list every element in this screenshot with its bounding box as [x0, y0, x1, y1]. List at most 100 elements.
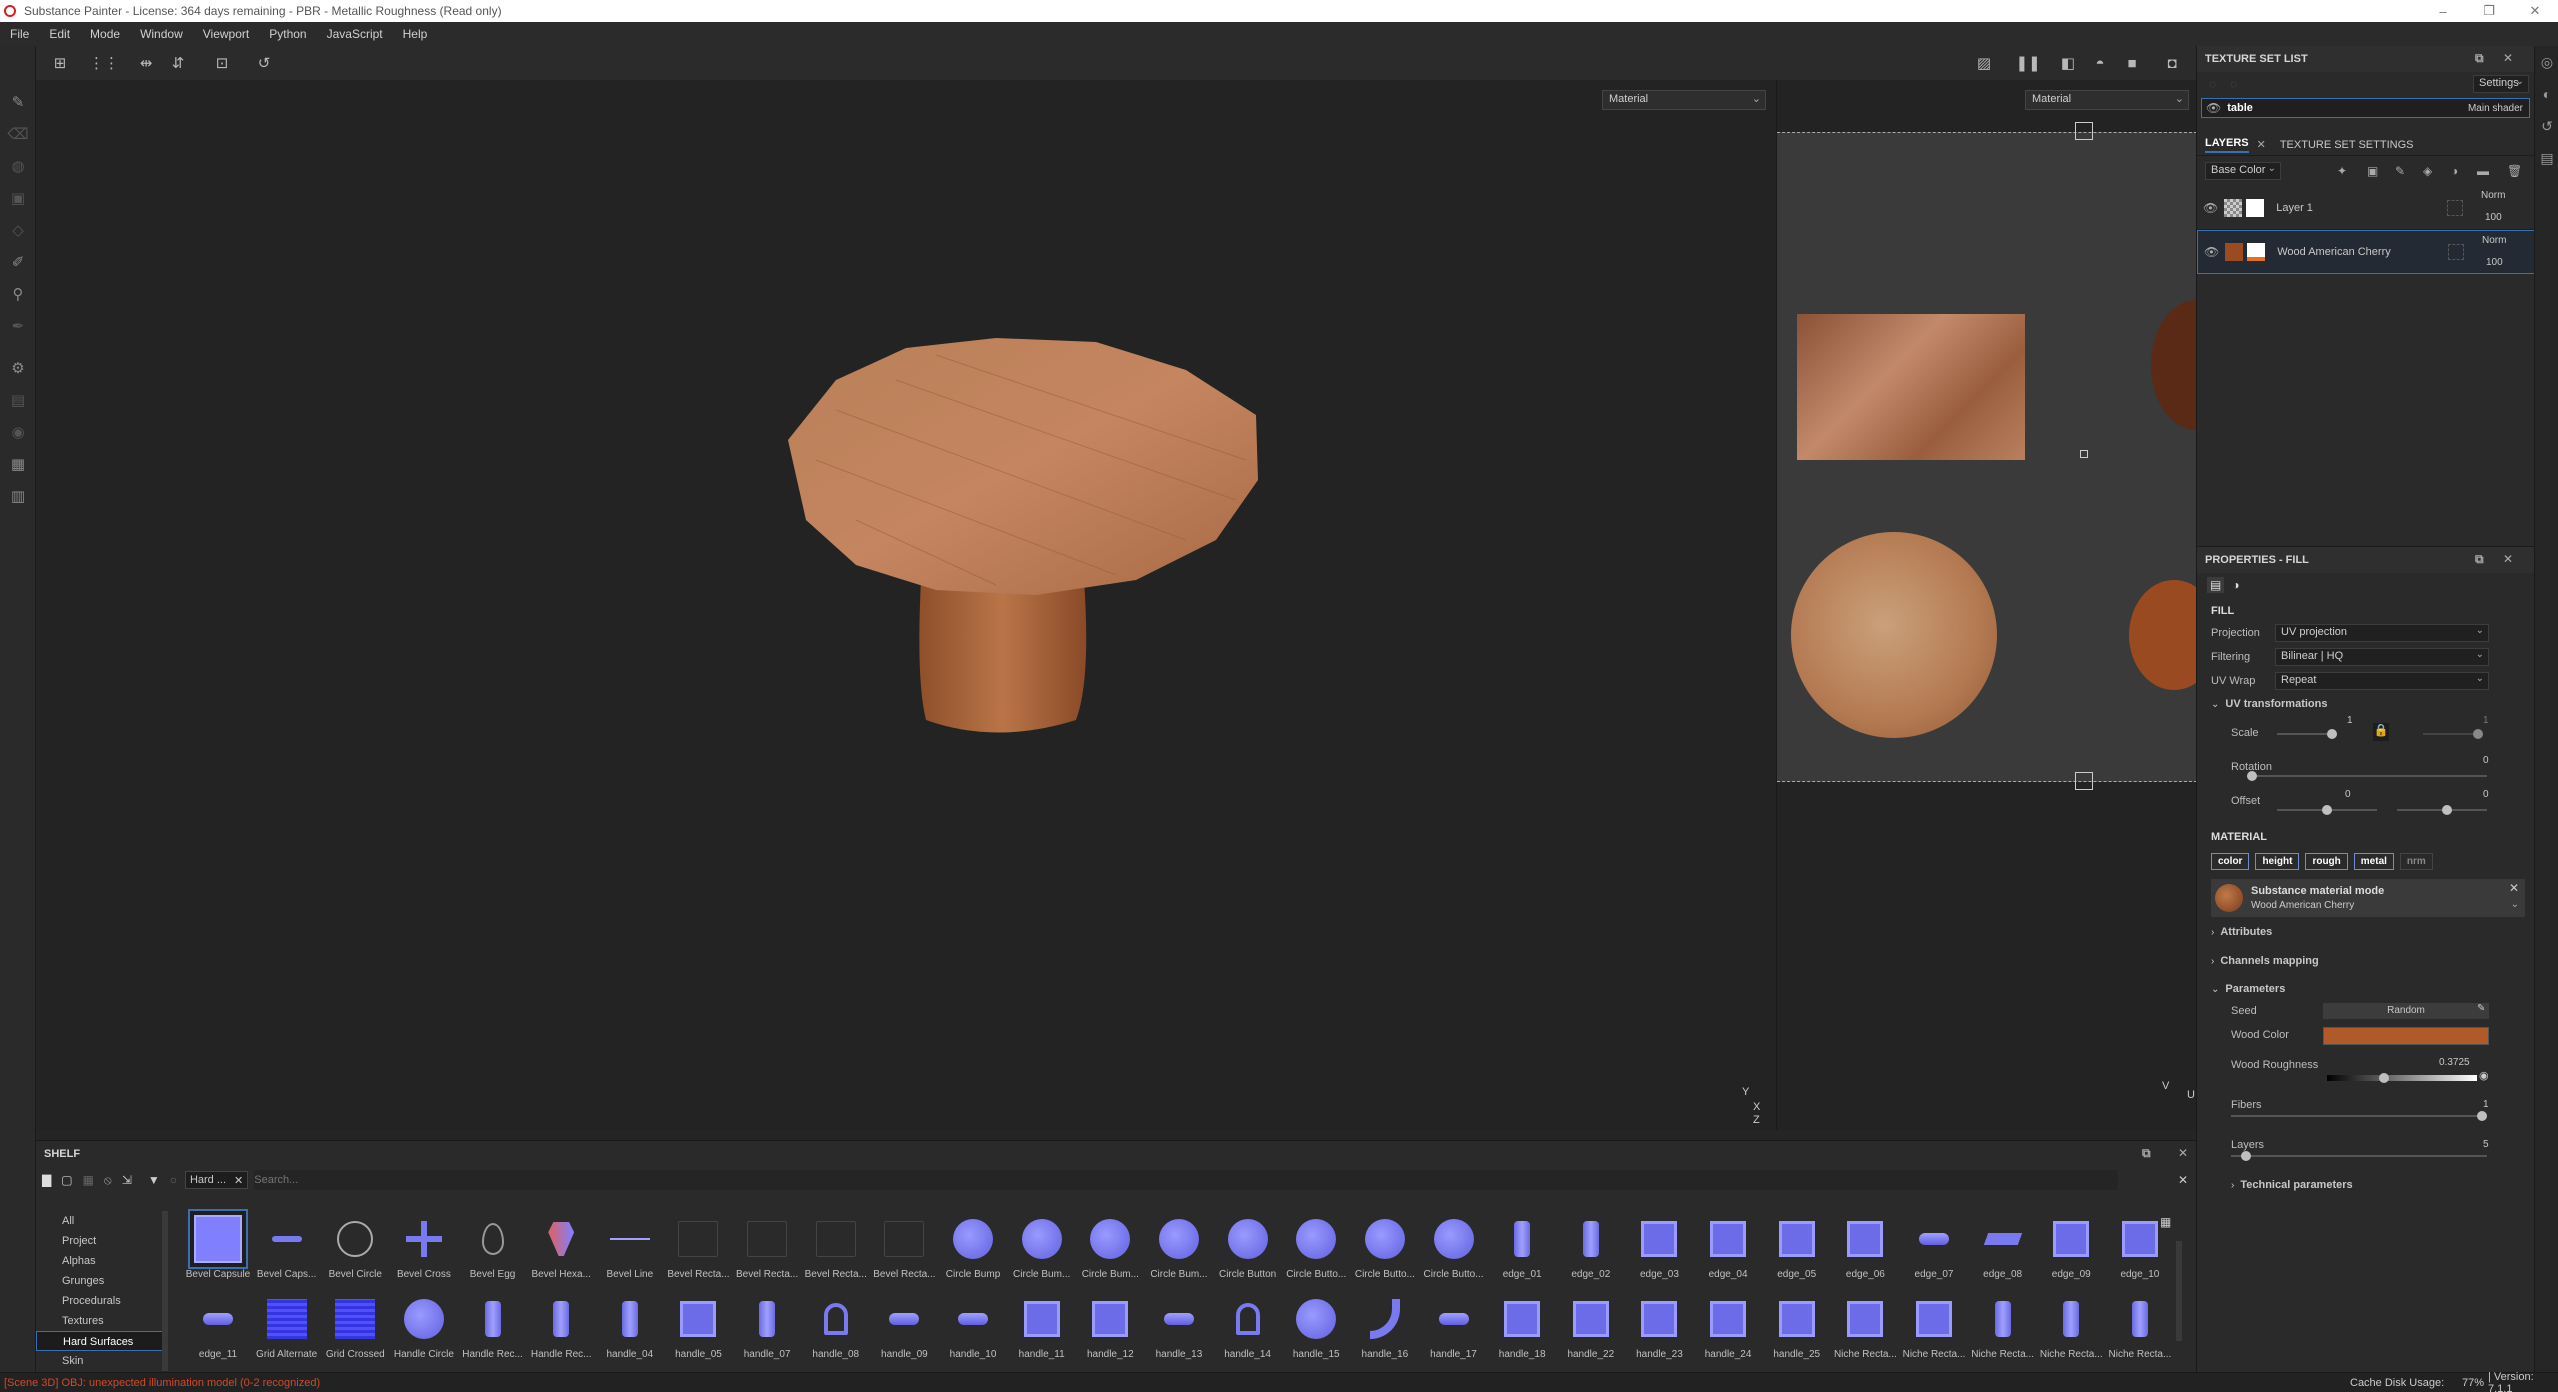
screenshot-icon[interactable]: ◘ — [2160, 52, 2184, 74]
menu-window[interactable]: Window — [130, 27, 193, 41]
uv-handle-top[interactable] — [2075, 122, 2093, 140]
shelf-resource[interactable]: Handle Circle — [390, 1291, 458, 1369]
visibility-eye-icon[interactable]: 👁 — [2204, 245, 2219, 259]
shelf-resource[interactable]: Circle Bum... — [1145, 1211, 1213, 1289]
clear-search-icon[interactable]: ✕ — [2178, 1173, 2188, 1187]
shelf-resource[interactable]: edge_03 — [1625, 1211, 1693, 1289]
close-window-button[interactable]: ✕ — [2512, 0, 2558, 22]
menu-viewport[interactable]: Viewport — [193, 27, 259, 41]
layers-param-slider[interactable] — [2231, 1151, 2487, 1161]
uv-transformations-toggle[interactable]: ⌄ UV transformations — [2197, 693, 2535, 715]
eye-icon[interactable]: ◎ — [2535, 46, 2558, 78]
shelf-resource[interactable]: Bevel Recta... — [802, 1211, 870, 1289]
new-folder-icon[interactable]: ▢ — [61, 1173, 72, 1187]
log-icon[interactable]: ▥ — [0, 480, 36, 512]
filter-icon[interactable]: ▼ — [148, 1173, 160, 1187]
close-panel-icon[interactable]: ✕ — [2178, 1146, 2188, 1160]
fill-tab-icon[interactable]: ▤ — [2207, 577, 2225, 593]
frame-icon[interactable]: ⊡ — [210, 52, 234, 74]
menu-edit[interactable]: Edit — [39, 27, 80, 41]
channel-metal-button[interactable]: metal — [2353, 852, 2394, 870]
layers-param-value[interactable]: 5 — [2483, 1139, 2489, 1150]
camera-icon[interactable]: ■ — [2120, 52, 2144, 74]
close-icon[interactable]: ✕ — [234, 1174, 243, 1187]
visibility-eye-icon[interactable]: 👁 — [2203, 201, 2218, 215]
category-procedurals[interactable]: Procedurals — [36, 1291, 166, 1311]
smudge-icon[interactable]: ✐ — [0, 246, 36, 278]
delete-layer-icon[interactable]: 🗑 — [2507, 164, 2522, 178]
menu-javascript[interactable]: JavaScript — [317, 27, 393, 41]
shelf-resource[interactable]: Circle Bum... — [1076, 1211, 1144, 1289]
hide-icon[interactable]: ▨ — [1972, 52, 1996, 74]
layer-opacity[interactable]: 100 — [2485, 212, 2502, 223]
layer-row[interactable]: 👁 Wood American Cherry Norm 100 — [2197, 230, 2535, 274]
menu-python[interactable]: Python — [259, 27, 316, 41]
tab-layers[interactable]: LAYERS — [2205, 137, 2249, 153]
shelf-resource[interactable]: Niche Recta... — [1969, 1291, 2037, 1369]
layer-row[interactable]: 👁 Layer 1 Norm 100 — [2197, 186, 2535, 230]
uvwrap-dropdown[interactable]: Repeat ⌄ — [2275, 672, 2489, 690]
shelf-resource[interactable]: Circle Bump — [939, 1211, 1007, 1289]
shelf-resource[interactable]: handle_11 — [1008, 1291, 1076, 1369]
offset-slider-2[interactable] — [2397, 805, 2487, 815]
shelf-resource[interactable]: Niche Recta... — [1900, 1291, 1968, 1369]
hide-icon[interactable]: ◌ — [2209, 77, 2216, 91]
attributes-toggle[interactable]: › Attributes — [2197, 917, 2535, 947]
shelf-resource[interactable]: Bevel Circle — [321, 1211, 389, 1289]
shelf-resource[interactable]: handle_17 — [1420, 1291, 1488, 1369]
menu-mode[interactable]: Mode — [80, 27, 130, 41]
add-mask-icon[interactable]: ▣ — [2367, 164, 2378, 178]
display-icon[interactable]: ◉ — [0, 416, 36, 448]
shelf-resource[interactable]: Circle Butto... — [1420, 1211, 1488, 1289]
add-paint-layer-icon[interactable]: ✎ — [2395, 164, 2405, 178]
projection-dropdown[interactable]: UV projection ⌄ — [2275, 624, 2489, 642]
shelf-resource[interactable]: handle_23 — [1625, 1291, 1693, 1369]
environment-icon[interactable]: ◓ — [2088, 52, 2112, 74]
add-effect-icon[interactable]: ✦ — [2337, 164, 2347, 178]
split-view-icon[interactable]: ◧ — [2056, 52, 2080, 74]
shelf-resource[interactable]: handle_24 — [1694, 1291, 1762, 1369]
texture-set-item[interactable]: 👁 table Main shader — [2201, 98, 2530, 118]
texture-set-settings-dropdown[interactable]: Settings ⌄ — [2473, 75, 2529, 93]
layer-blend-mode[interactable]: Norm — [2482, 235, 2506, 246]
shelf-resource[interactable]: edge_08 — [1969, 1211, 2037, 1289]
shelf-resource[interactable]: Handle Rec... — [527, 1291, 595, 1369]
display-settings-icon[interactable]: ◐ — [2535, 78, 2558, 110]
shelf-resource[interactable]: handle_25 — [1763, 1291, 1831, 1369]
chevron-down-icon[interactable]: ⌄ — [2511, 899, 2519, 910]
projection-icon[interactable]: ◍ — [0, 150, 36, 182]
mesh-icon[interactable]: ▤ — [0, 384, 36, 416]
shelf-resource[interactable]: handle_15 — [1282, 1291, 1350, 1369]
fibers-value[interactable]: 1 — [2483, 1099, 2489, 1110]
undock-icon[interactable]: ⧉ — [2475, 552, 2484, 567]
shelf-resource[interactable]: handle_07 — [733, 1291, 801, 1369]
history-icon[interactable]: ↺ — [2535, 110, 2558, 142]
shelf-search-input[interactable] — [254, 1170, 2119, 1190]
viewport-2d-mode-select[interactable]: Material ⌄ — [2025, 90, 2189, 110]
filtering-dropdown[interactable]: Bilinear | HQ ⌄ — [2275, 648, 2489, 666]
close-panel-icon[interactable]: ✕ — [2503, 552, 2513, 566]
pause-icon[interactable]: ❚❚ — [2015, 52, 2040, 74]
viewport-3d[interactable]: Material ⌄ Y X Z — [36, 80, 1776, 1130]
clone-stamp-icon[interactable]: ⚲ — [0, 278, 36, 310]
channel-color-button[interactable]: color — [2211, 852, 2250, 870]
shelf-resource[interactable]: handle_05 — [664, 1291, 732, 1369]
channels-mapping-toggle[interactable]: › Channels mapping — [2197, 947, 2535, 975]
category-alphas[interactable]: Alphas — [36, 1251, 166, 1271]
scale-value[interactable]: 1 — [2347, 715, 2353, 726]
grid-icon[interactable]: ▦ — [83, 1173, 94, 1187]
bake-settings-icon[interactable]: ⚙ — [0, 352, 36, 384]
uv-handle-bottom[interactable] — [2075, 772, 2093, 790]
shelf-resource[interactable]: Niche Recta... — [1831, 1291, 1899, 1369]
maximize-button[interactable]: ❐ — [2466, 0, 2512, 22]
eraser-icon[interactable]: ⌫ — [0, 118, 36, 150]
shelf-resource[interactable]: edge_07 — [1900, 1211, 1968, 1289]
filter-tag[interactable]: Hard ... ✕ — [184, 1171, 249, 1189]
shelf-resource[interactable]: Bevel Recta... — [733, 1211, 801, 1289]
category-skin[interactable]: Skin — [36, 1351, 166, 1371]
uv-pivot[interactable] — [2080, 450, 2088, 458]
viewport-2d[interactable]: Material ⌄ V U — [1776, 80, 2241, 1130]
add-smart-material-icon[interactable]: ◑ — [2451, 164, 2458, 178]
shelf-resource[interactable]: Circle Button — [1214, 1211, 1282, 1289]
add-fill-layer-icon[interactable]: ◈ — [2423, 164, 2432, 178]
